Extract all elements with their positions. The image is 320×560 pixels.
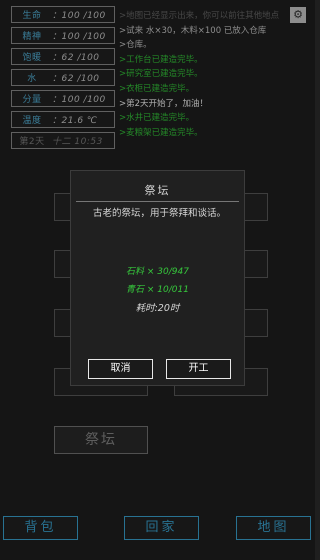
- confirm-build-button[interactable]: 开工: [166, 359, 231, 379]
- requirement-stone: 石料 × 30/947: [126, 267, 189, 277]
- requirement-bluestone: 青石 × 10/011: [126, 285, 189, 295]
- dialog-title: 祭坛: [144, 184, 171, 197]
- build-dialog: 祭坛 古老的祭坛，用于祭拜和谈话。 石料 × 30/947 青石 × 10/01…: [70, 170, 245, 386]
- cancel-button[interactable]: 取消: [88, 359, 153, 379]
- dialog-description: 古老的祭坛，用于祭拜和谈话。: [93, 208, 227, 219]
- title-divider: [76, 201, 239, 202]
- build-time: 耗时:20时: [135, 303, 180, 314]
